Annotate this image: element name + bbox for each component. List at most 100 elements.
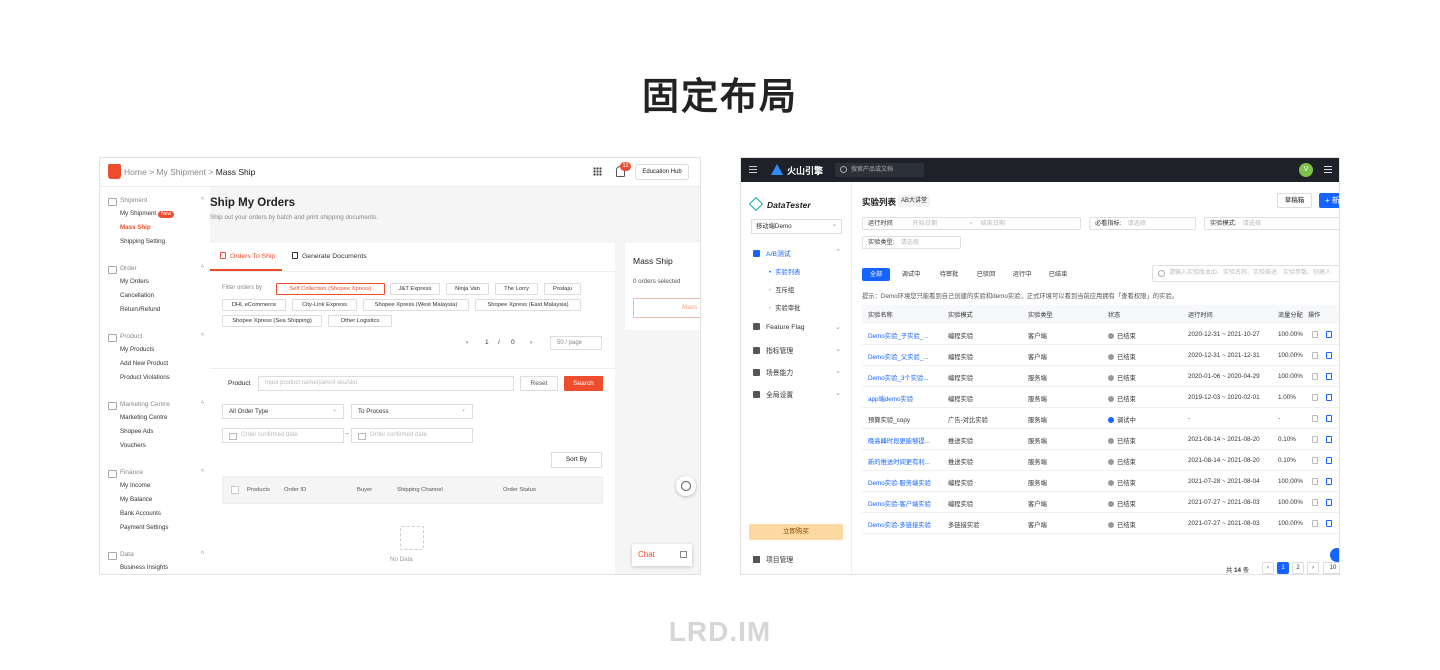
- more-menu-icon[interactable]: [1324, 166, 1332, 173]
- date-from-field[interactable]: Order confirmed date: [222, 428, 344, 443]
- nav-project-management[interactable]: 项目管理: [753, 554, 793, 564]
- sidebar-group-header[interactable]: Product: [108, 333, 204, 343]
- report-icon[interactable]: [1326, 352, 1332, 359]
- experiment-name[interactable]: Demo实验_父实验_...: [868, 352, 940, 361]
- tab-debugging[interactable]: 调试中: [894, 268, 928, 281]
- sidebar-item[interactable]: Business Insights: [108, 561, 204, 574]
- sidebar-item[interactable]: My Orders: [108, 275, 204, 289]
- search-button[interactable]: Search: [564, 376, 603, 391]
- filter-chip-the-lorry[interactable]: The Lorry: [495, 283, 538, 295]
- sidebar-item[interactable]: Return/Refund: [108, 303, 204, 317]
- experiment-name[interactable]: 晚高峰时段更能够提...: [868, 436, 940, 445]
- filter-chip-ninja-van[interactable]: Ninja Van: [446, 283, 489, 295]
- filter-chip-city-link[interactable]: City-Link Express: [292, 299, 357, 311]
- nav-scenarios[interactable]: 场景能力 ⌄: [753, 367, 841, 377]
- buy-now-button[interactable]: 立即购买: [749, 524, 843, 540]
- report-icon[interactable]: [1326, 331, 1332, 338]
- report-icon[interactable]: [1326, 373, 1332, 380]
- nav-experiment-list[interactable]: 实验列表: [769, 267, 800, 276]
- sidebar-item[interactable]: My Shipment New: [108, 207, 204, 221]
- report-icon[interactable]: [1326, 436, 1332, 443]
- chevron-left-icon[interactable]: ‹: [1262, 562, 1274, 574]
- sidebar-item[interactable]: Mass Ship: [108, 221, 204, 235]
- tab-all[interactable]: 全部: [862, 268, 890, 281]
- education-hub-button[interactable]: Education Hub: [635, 164, 689, 180]
- per-page-select[interactable]: 50 / page: [550, 336, 602, 350]
- sidebar-item[interactable]: My Income: [108, 479, 204, 493]
- edit-icon[interactable]: [1312, 373, 1318, 380]
- edit-icon[interactable]: [1312, 436, 1318, 443]
- chevron-left-icon[interactable]: ‹: [466, 339, 468, 346]
- filter-chip-other[interactable]: Other Logistics: [328, 315, 392, 327]
- mode-filter[interactable]: 实验模式: 请选择: [1204, 217, 1339, 230]
- sidebar-group-header[interactable]: Marketing Centre: [108, 401, 204, 411]
- sidebar-item[interactable]: Vouchers: [108, 439, 204, 453]
- mass-ship-button[interactable]: Mass: [633, 298, 700, 318]
- order-type-select[interactable]: All Order Type: [222, 403, 344, 419]
- report-icon[interactable]: [1326, 457, 1332, 464]
- chevron-right-icon[interactable]: ›: [1307, 562, 1319, 574]
- nav-ab-test[interactable]: A/B测试 ⌃: [753, 248, 841, 258]
- report-icon[interactable]: [1326, 478, 1332, 485]
- edit-icon[interactable]: [1312, 415, 1318, 422]
- collapse-arrow-icon[interactable]: [1330, 548, 1339, 562]
- filter-chip-sx-west[interactable]: Shopee Xpress (West Malaysia): [363, 299, 469, 311]
- tab-ended[interactable]: 已结束: [1041, 268, 1075, 281]
- sidebar-group-header[interactable]: Data: [108, 551, 204, 561]
- metric-filter[interactable]: 必看指标: 请选择: [1089, 217, 1196, 230]
- edit-icon[interactable]: [1312, 352, 1318, 359]
- new-experiment-button[interactable]: + 新: [1319, 193, 1339, 208]
- sidebar-item[interactable]: Marketing Centre: [108, 411, 204, 425]
- filter-chip-self-collection[interactable]: Self Collection (Shopee Xpress): [276, 283, 385, 295]
- experiment-name[interactable]: Demo实验_子实验_...: [868, 331, 940, 340]
- type-filter[interactable]: 实验类型: 请选择: [862, 236, 961, 249]
- date-to-field[interactable]: Order confirmed date: [351, 428, 473, 443]
- page-1-button[interactable]: 1: [1277, 562, 1289, 574]
- start-date[interactable]: 开始日期: [912, 220, 937, 227]
- edit-icon[interactable]: [1312, 394, 1318, 401]
- sidebar-item[interactable]: Add New Product: [108, 357, 204, 371]
- edit-icon[interactable]: [1312, 478, 1318, 485]
- report-icon[interactable]: [1326, 415, 1332, 422]
- global-search-input[interactable]: 搜索产品或文档: [835, 163, 924, 177]
- sidebar-group-header[interactable]: Shipment: [108, 197, 204, 207]
- chat-button[interactable]: Chat: [632, 544, 692, 566]
- tab-rejected[interactable]: 已驳回: [969, 268, 1003, 281]
- sidebar-item[interactable]: Cancellation: [108, 289, 204, 303]
- tab-running[interactable]: 运行中: [1005, 268, 1039, 281]
- minimize-icon[interactable]: [680, 551, 687, 558]
- product-search-input[interactable]: Input product name/parent sku/sku: [258, 376, 514, 391]
- edit-icon[interactable]: [1312, 499, 1318, 506]
- nav-feature-flag[interactable]: Feature Flag ⌄: [753, 323, 841, 331]
- page-2-button[interactable]: 2: [1292, 562, 1304, 574]
- process-status-select[interactable]: To Process: [351, 403, 473, 419]
- run-time-filter[interactable]: 运行时间 开始日期 ~ 结束日期: [862, 217, 1081, 230]
- customer-service-icon[interactable]: [676, 476, 696, 496]
- experiment-name[interactable]: app端demo实验: [868, 394, 940, 403]
- ab-lecture-badge[interactable]: AB大讲堂: [898, 195, 931, 207]
- nav-global-settings[interactable]: 全局设置 ⌄: [753, 389, 841, 399]
- sidebar-group-header[interactable]: Order: [108, 265, 204, 275]
- sidebar-item[interactable]: My Balance: [108, 493, 204, 507]
- breadcrumb-home[interactable]: Home: [124, 167, 147, 177]
- sidebar-item[interactable]: Shipping Setting: [108, 235, 204, 249]
- tab-orders-to-ship[interactable]: Orders To Ship: [210, 243, 282, 271]
- end-date[interactable]: 结束日期: [980, 220, 1005, 227]
- per-page-select[interactable]: 10: [1323, 562, 1339, 574]
- chevron-right-icon[interactable]: ›: [530, 339, 532, 346]
- sidebar-item[interactable]: Product Violations: [108, 371, 204, 385]
- menu-icon[interactable]: [749, 166, 757, 173]
- filter-chip-poslaju[interactable]: Poslaju: [544, 283, 581, 295]
- nav-experiment-approval[interactable]: 实验审批: [769, 303, 800, 312]
- experiment-name[interactable]: Demo实验-客户端实验: [868, 499, 940, 508]
- app-select[interactable]: 移动端Demo: [751, 218, 842, 234]
- report-icon[interactable]: [1326, 499, 1332, 506]
- filter-chip-jnt[interactable]: J&T Express: [390, 283, 440, 295]
- report-icon[interactable]: [1326, 394, 1332, 401]
- sidebar-item[interactable]: Payment Settings: [108, 521, 204, 535]
- sort-by-button[interactable]: Sort By: [551, 452, 602, 468]
- nav-metrics[interactable]: 指标管理 ⌄: [753, 345, 841, 355]
- sidebar-group-header[interactable]: Finance: [108, 469, 204, 479]
- apps-grid-icon[interactable]: [593, 167, 602, 176]
- avatar[interactable]: V: [1299, 163, 1313, 177]
